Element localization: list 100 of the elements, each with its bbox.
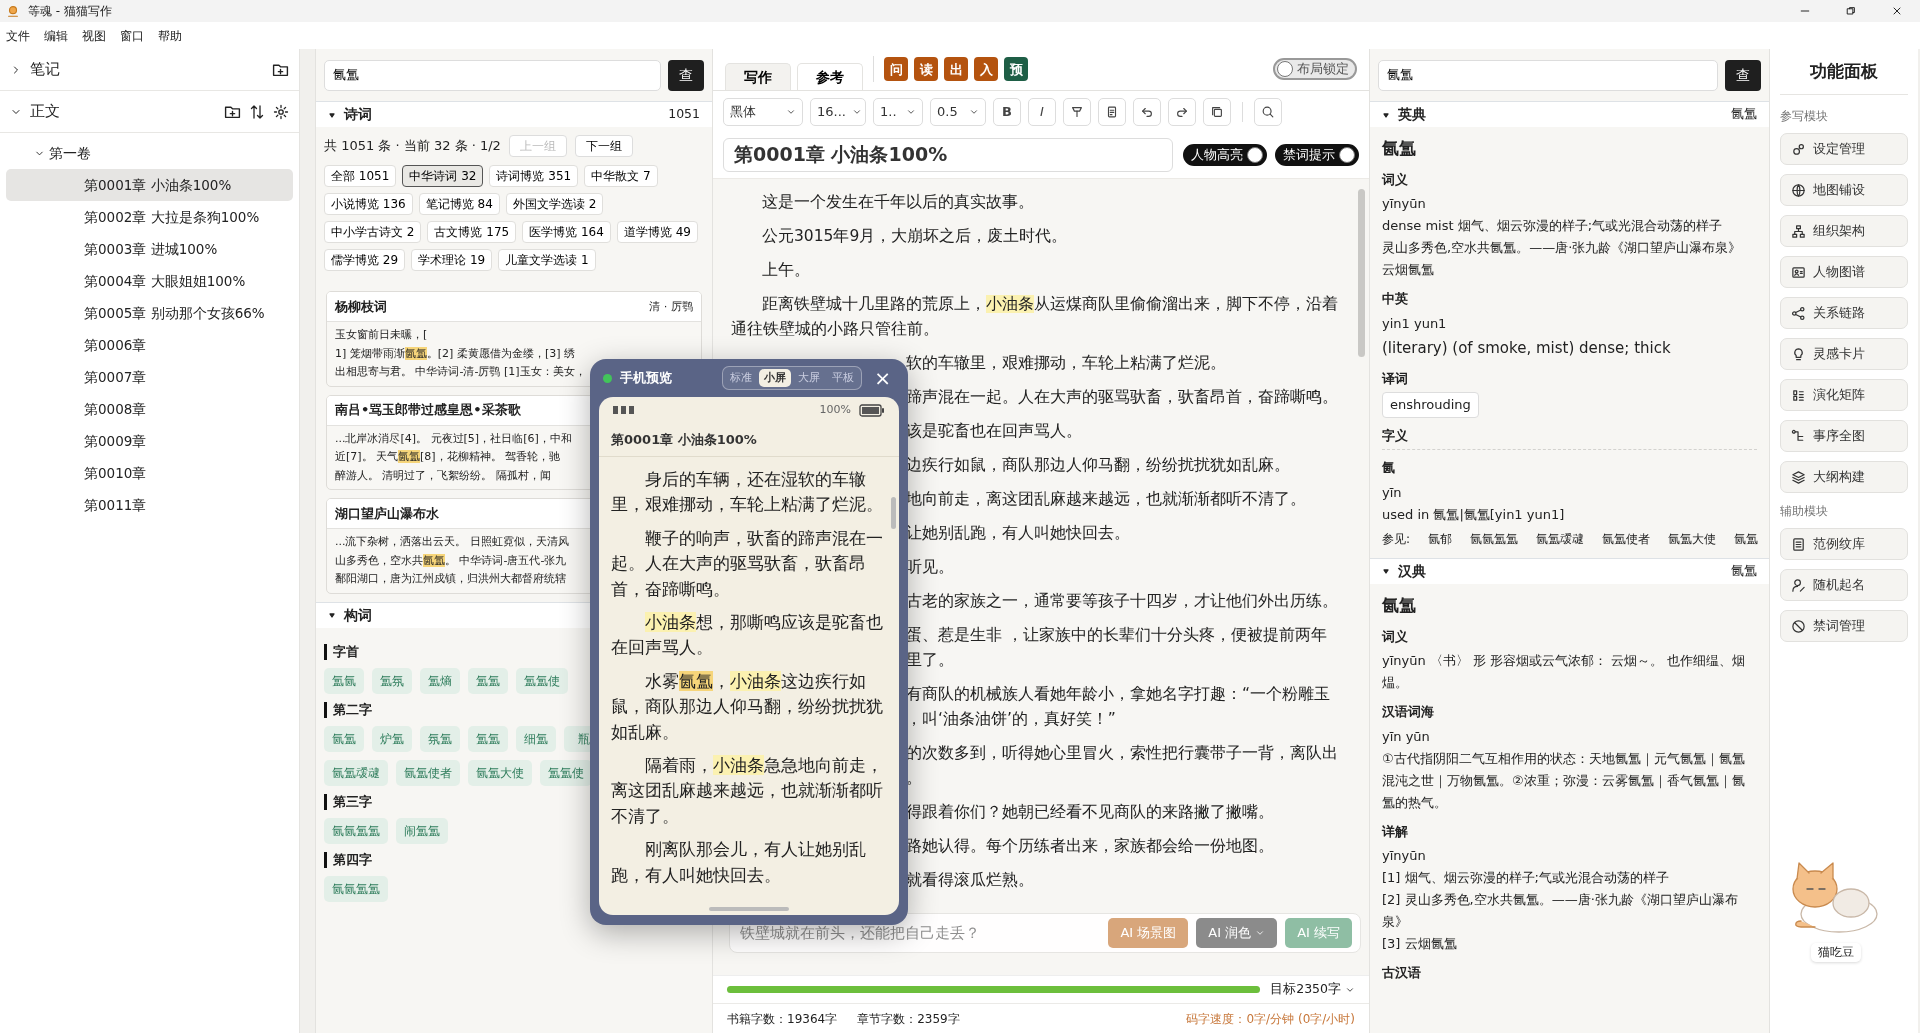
tree-item[interactable]: 第0006章	[6, 329, 293, 361]
toolbar-button[interactable]	[1098, 97, 1126, 126]
chapter-title-field[interactable]: 第0001章 小油条100%	[723, 138, 1173, 173]
filter-chip[interactable]: 儒学博览 29	[324, 249, 406, 271]
search-field[interactable]: 氤氲	[324, 59, 661, 91]
function-button[interactable]: 演化矩阵	[1780, 379, 1908, 411]
action-button[interactable]: 出	[944, 57, 968, 82]
collapse-caret-icon[interactable]	[1382, 110, 1390, 119]
search-button[interactable]: 查	[668, 59, 704, 91]
word-chip[interactable]: 氤氲使者	[396, 759, 460, 786]
word-chip[interactable]: 细氲	[516, 725, 556, 752]
tree-item[interactable]: 第0001章 小油条100%	[6, 169, 293, 201]
see-also-link[interactable]: 氤氲使者	[1602, 529, 1651, 548]
function-button[interactable]: 大纲构建	[1780, 461, 1908, 493]
toolbar-button[interactable]	[1203, 97, 1231, 126]
word-chip[interactable]: 氲氛	[372, 667, 412, 694]
tree-item[interactable]: 第0008章	[6, 393, 293, 425]
toggle-switch[interactable]: 禁词提示	[1275, 144, 1359, 167]
scrollbar[interactable]	[1358, 188, 1365, 357]
filter-chip[interactable]: 学术理论 19	[411, 249, 493, 271]
word-chip[interactable]: 氲氲使	[516, 667, 568, 694]
section-header[interactable]: 正文	[10, 100, 216, 123]
filter-chip[interactable]: 儿童文学选读 1	[498, 249, 596, 271]
word-chip[interactable]: 氲氲	[468, 667, 508, 694]
function-button[interactable]: 随机起名	[1780, 569, 1908, 601]
filter-chip[interactable]: 古文博览 175	[427, 221, 517, 243]
filter-chip[interactable]: 全部 1051	[324, 165, 397, 187]
bold-button[interactable]: B	[993, 97, 1021, 126]
word-chip[interactable]: 氤氲叆叇	[324, 759, 388, 786]
filter-chip[interactable]: 中华散文 7	[584, 165, 658, 187]
word-chip[interactable]: 氲氲使	[540, 759, 592, 786]
function-button[interactable]: 设定管理	[1780, 133, 1908, 165]
action-button[interactable]: 预	[1004, 57, 1028, 82]
filter-chip[interactable]: 小说博览 136	[324, 193, 413, 215]
tree-item[interactable]: 第0005章 别动那个女孩66%	[6, 297, 293, 329]
see-also-link[interactable]: 氤氲大使	[1668, 529, 1717, 548]
search-field[interactable]: 氤氲	[1378, 59, 1718, 91]
tab[interactable]: 参考	[797, 62, 863, 90]
function-button[interactable]: 事序全图	[1780, 420, 1908, 452]
word-chip[interactable]: 氤氲	[324, 725, 364, 752]
collapse-caret-icon[interactable]	[328, 110, 336, 119]
tree-item[interactable]: 第0011章	[6, 489, 293, 521]
tree-item[interactable]: 第0009章	[6, 425, 293, 457]
tree-item[interactable]: 第0007章	[6, 361, 293, 393]
see-also-link[interactable]: 氤氲	[1734, 529, 1759, 548]
filter-chip[interactable]: 诗词博览 351	[489, 165, 579, 187]
menu-item[interactable]: 文件	[6, 26, 30, 45]
tree-item[interactable]: 第0010章	[6, 457, 293, 489]
function-button[interactable]: 灵感卡片	[1780, 338, 1908, 370]
tree-item[interactable]: 第0004章 大眼姐姐100%	[6, 265, 293, 297]
word-chip[interactable]: 氛氲	[420, 725, 460, 752]
restore-icon[interactable]	[1845, 5, 1857, 17]
toolbar-button[interactable]	[1168, 97, 1196, 126]
see-also-link[interactable]: 氤郁	[1428, 529, 1453, 548]
close-icon[interactable]	[1891, 5, 1903, 17]
function-button[interactable]: 范例纹库	[1780, 528, 1908, 560]
action-button[interactable]: 入	[974, 57, 998, 82]
menu-item[interactable]: 帮助	[158, 26, 182, 45]
function-button[interactable]: 禁词管理	[1780, 610, 1908, 642]
action-button[interactable]: 读	[914, 57, 938, 82]
word-chip[interactable]: 氤氤氲氲	[324, 875, 388, 902]
action-button[interactable]: 问	[884, 57, 908, 82]
filter-chip[interactable]: 中小学古诗文 2	[324, 221, 422, 243]
toolbar-button[interactable]	[1063, 97, 1091, 126]
search-button[interactable]	[1254, 97, 1282, 126]
filter-chip[interactable]: 笔记博览 84	[418, 193, 500, 215]
collapse-caret-icon[interactable]	[328, 611, 336, 619]
tree-item[interactable]: 第0002章 大拉是条狗100%	[6, 201, 293, 233]
see-also-link[interactable]: 氤氤氲氲	[1470, 529, 1519, 548]
toggle-switch[interactable]: 人物高亮	[1183, 144, 1267, 167]
search-button[interactable]: 查	[1725, 59, 1761, 91]
collapse-caret-icon[interactable]	[1382, 567, 1390, 576]
section-header[interactable]: 笔记	[10, 58, 264, 81]
see-also-link[interactable]: 氤氲叆叇	[1536, 529, 1585, 548]
tree-item[interactable]: 第0003章 进城100%	[6, 233, 293, 265]
layout-lock-toggle[interactable]: 布局锁定	[1273, 58, 1357, 81]
function-button[interactable]: 人物图谱	[1780, 256, 1908, 288]
word-chip[interactable]: 氲氲	[468, 725, 508, 752]
dropdown[interactable]: 0.5	[930, 97, 986, 126]
function-button[interactable]: 组织架构	[1780, 215, 1908, 247]
function-button[interactable]: 地图铺设	[1780, 174, 1908, 206]
word-chip[interactable]: 氲熵	[420, 667, 460, 694]
filter-chip[interactable]: 道学博览 49	[616, 221, 698, 243]
menu-item[interactable]: 编辑	[44, 26, 68, 45]
settings-icon[interactable]	[273, 103, 289, 120]
filter-chip[interactable]: 中华诗词 32	[402, 165, 484, 187]
close-button[interactable]: ×	[870, 368, 895, 388]
word-chip[interactable]: 炉氲	[372, 725, 412, 752]
scrollbar[interactable]	[891, 497, 896, 529]
function-button[interactable]: 关系链路	[1780, 297, 1908, 329]
tree-item[interactable]: 第一卷	[6, 137, 293, 169]
word-chip[interactable]: 氤氤氲氲	[324, 817, 388, 844]
sort-icon[interactable]	[249, 103, 265, 120]
dropdown[interactable]: 1..	[873, 97, 923, 126]
word-chip[interactable]: 氤氲大使	[468, 759, 532, 786]
filter-chip[interactable]: 外国文学选读 2	[505, 193, 604, 215]
target-dropdown[interactable]: 目标2350字	[1270, 980, 1355, 999]
filter-chip[interactable]: 医学博览 164	[522, 221, 611, 243]
menu-item[interactable]: 窗口	[120, 26, 144, 45]
dropdown[interactable]: 16...	[810, 97, 866, 126]
